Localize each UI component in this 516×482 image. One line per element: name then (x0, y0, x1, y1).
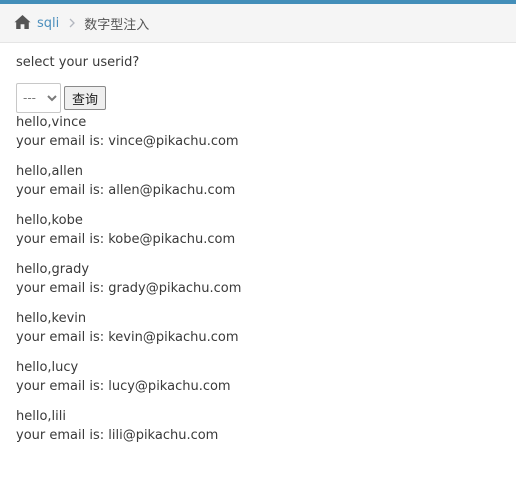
query-button[interactable]: 查询 (64, 86, 106, 110)
result-hello: hello,grady (16, 262, 90, 277)
userid-question: select your userid? (16, 55, 140, 70)
results-list: hello,vince your email is: vince@pikachu… (16, 113, 496, 456)
query-form: --- 查询 (16, 83, 496, 113)
result-item: hello,vince your email is: vince@pikachu… (16, 113, 496, 162)
result-hello: hello,allen (16, 164, 83, 179)
result-email: your email is: lili@pikachu.com (16, 428, 219, 443)
result-item: hello,lili your email is: lili@pikachu.c… (16, 407, 496, 456)
result-email: your email is: allen@pikachu.com (16, 183, 236, 198)
result-hello: hello,kevin (16, 311, 87, 326)
breadcrumb-current: 数字型注入 (84, 17, 150, 33)
result-item: hello,grady your email is: grady@pikachu… (16, 260, 496, 309)
result-item: hello,lucy your email is: lucy@pikachu.c… (16, 358, 496, 407)
result-item: hello,allen your email is: allen@pikachu… (16, 162, 496, 211)
breadcrumb-link-sqli[interactable]: sqli (37, 16, 59, 31)
result-hello: hello,vince (16, 115, 87, 130)
main-content: select your userid? --- 查询 hello,vince y… (16, 53, 496, 456)
result-email: your email is: vince@pikachu.com (16, 134, 239, 149)
result-item: hello,kobe your email is: kobe@pikachu.c… (16, 211, 496, 260)
userid-select[interactable]: --- (16, 83, 61, 113)
chevron-right-icon (68, 18, 76, 28)
breadcrumb: sqli 数字型注入 (0, 4, 516, 43)
result-hello: hello,lucy (16, 360, 79, 375)
result-email: your email is: grady@pikachu.com (16, 281, 242, 296)
result-email: your email is: lucy@pikachu.com (16, 379, 231, 394)
result-email: your email is: kevin@pikachu.com (16, 330, 239, 345)
home-icon[interactable] (14, 14, 31, 30)
result-item: hello,kevin your email is: kevin@pikachu… (16, 309, 496, 358)
result-hello: hello,lili (16, 409, 66, 424)
result-hello: hello,kobe (16, 213, 83, 228)
result-email: your email is: kobe@pikachu.com (16, 232, 236, 247)
